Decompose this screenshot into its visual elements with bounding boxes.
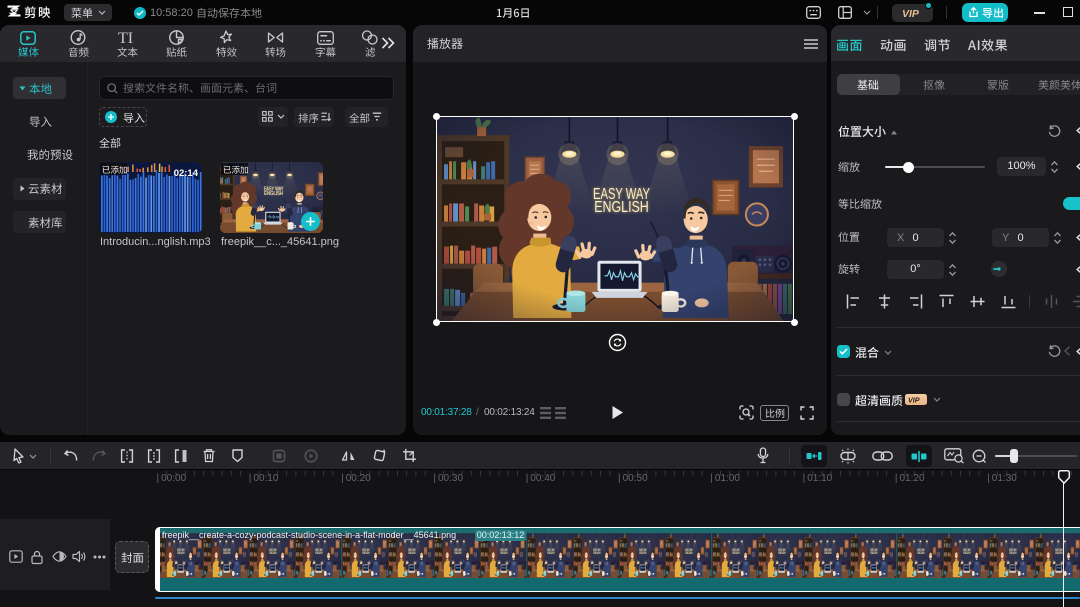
- svg-text:VIP: VIP: [908, 395, 920, 404]
- svg-text:VIP: VIP: [902, 8, 920, 20]
- svg-text:02:14: 02:14: [174, 168, 199, 179]
- svg-text:TI: TI: [118, 30, 133, 47]
